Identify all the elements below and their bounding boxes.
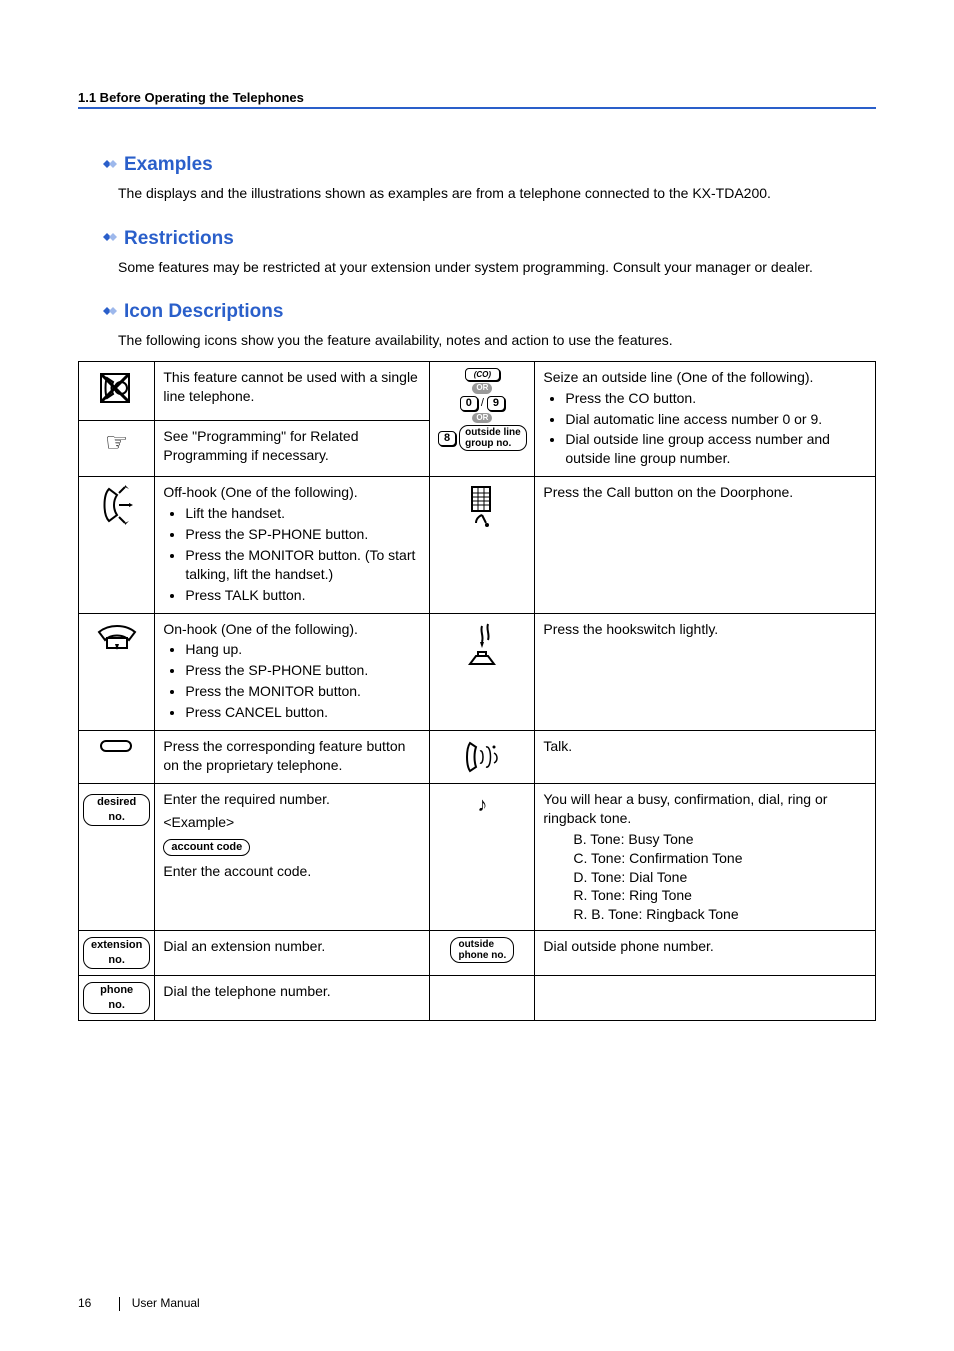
desired-no-text: Enter the required number. <Example> acc…	[155, 784, 430, 931]
feature-button-text: Press the corresponding feature button o…	[155, 731, 430, 784]
restrictions-title: Restrictions	[124, 228, 234, 250]
talk-text: Talk.	[535, 731, 876, 784]
section-examples-heading: Examples	[98, 154, 876, 176]
examples-body: The displays and the illustrations shown…	[118, 184, 876, 204]
key-0: 0	[460, 396, 478, 411]
footer-separator	[119, 1297, 120, 1311]
page-number: 16	[78, 1296, 108, 1310]
programming-ref-icon: ☞	[79, 420, 155, 477]
empty-cell	[535, 975, 876, 1020]
section-restrictions-heading: Restrictions	[98, 228, 876, 250]
phone-no-text: Dial the telephone number.	[155, 975, 430, 1020]
header-rule	[78, 107, 876, 109]
seize-line-text: Seize an outside line (One of the follow…	[535, 361, 876, 476]
on-hook-text: On-hook (One of the following). Hang up.…	[155, 613, 430, 730]
doorphone-icon	[430, 477, 535, 613]
diamond-bullet-icon	[98, 157, 118, 174]
off-hook-icon	[79, 477, 155, 613]
icon-descriptions-table: This feature cannot be used with a singl…	[78, 361, 876, 1021]
icons-title: Icon Descriptions	[124, 301, 283, 323]
programming-ref-text: See "Programming" for Related Programmin…	[155, 420, 430, 477]
key-9: 9	[487, 396, 505, 411]
or-pill-icon: OR	[472, 383, 492, 393]
outside-phone-no-text: Dial outside phone number.	[535, 931, 876, 976]
or-pill-icon: OR	[472, 413, 492, 423]
page-header: 1.1 Before Operating the Telephones	[78, 90, 876, 109]
icons-body: The following icons show you the feature…	[118, 331, 876, 351]
outside-phone-no-label: outside phone no.	[430, 931, 535, 976]
extension-no-label: extension no.	[79, 931, 155, 976]
feature-button-icon	[79, 731, 155, 784]
footer-label: User Manual	[132, 1296, 200, 1310]
diamond-bullet-icon	[98, 230, 118, 247]
co-key-icon: (CO)	[465, 368, 500, 382]
off-hook-text: Off-hook (One of the following). Lift th…	[155, 477, 430, 613]
page-footer: 16 User Manual	[78, 1296, 200, 1311]
tone-text: You will hear a busy, confirmation, dial…	[535, 784, 876, 931]
account-code-label: account code	[163, 839, 250, 856]
section-icons-heading: Icon Descriptions	[98, 301, 876, 323]
talk-icon	[430, 731, 535, 784]
outside-line-group-label: outside line group no.	[459, 425, 527, 451]
desired-no-label: desired no.	[79, 784, 155, 931]
tone-icon: ♪	[430, 784, 535, 931]
doorphone-text: Press the Call button on the Doorphone.	[535, 477, 876, 613]
examples-title: Examples	[124, 154, 213, 176]
no-slt-icon	[79, 361, 155, 420]
restrictions-body: Some features may be restricted at your …	[118, 258, 876, 278]
phone-no-label: phone no.	[79, 975, 155, 1020]
on-hook-icon	[79, 613, 155, 730]
key-8: 8	[438, 431, 456, 446]
seize-line-icon: (CO) OR 0 / 9 OR 8 outside line group no…	[430, 361, 535, 476]
extension-no-text: Dial an extension number.	[155, 931, 430, 976]
hookswitch-icon	[430, 613, 535, 730]
header-section-title: 1.1 Before Operating the Telephones	[78, 90, 876, 105]
diamond-bullet-icon	[98, 304, 118, 321]
empty-cell	[430, 975, 535, 1020]
no-slt-text: This feature cannot be used with a singl…	[155, 361, 430, 420]
hookswitch-text: Press the hookswitch lightly.	[535, 613, 876, 730]
